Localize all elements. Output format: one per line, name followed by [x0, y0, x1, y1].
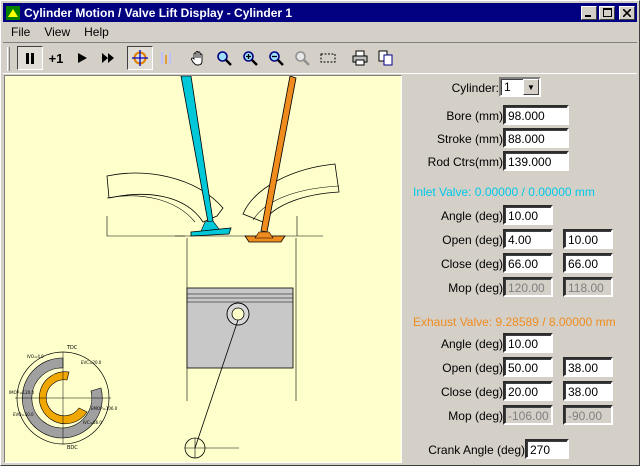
- inlet-open-field-a[interactable]: 4.00: [503, 229, 553, 249]
- valve-timing-wheel: TDC BDC IVO=4.0 EVC=20.0 IMOP=120.0 EMOP…: [9, 345, 118, 451]
- crank-angle-label: Crank Angle (deg): [428, 443, 525, 457]
- svg-text:EMOP=106.0: EMOP=106.0: [91, 406, 118, 411]
- fast-forward-button[interactable]: [95, 46, 121, 70]
- inlet-close-field-a[interactable]: 66.00: [503, 253, 553, 273]
- exhaust-valve-header: Exhaust Valve: 9.28589 / 8.00000 mm: [413, 315, 616, 329]
- inlet-mop-label: Mop (deg): [448, 281, 503, 295]
- exhaust-close-field-b[interactable]: 38.00: [563, 381, 613, 401]
- crosshair-button[interactable]: [127, 46, 153, 70]
- engine-canvas[interactable]: TDC BDC IVO=4.0 EVC=20.0 IMOP=120.0 EMOP…: [4, 75, 402, 463]
- window-title: Cylinder Motion / Valve Lift Display - C…: [24, 5, 293, 20]
- exhaust-angle-field[interactable]: 10.00: [503, 333, 553, 353]
- step-label: +1: [48, 50, 64, 66]
- copy-button[interactable]: [373, 46, 399, 70]
- zoom-in-icon: [243, 51, 258, 66]
- crank-angle-field[interactable]: 270: [525, 439, 569, 459]
- cylinder-select[interactable]: 1 ▼: [499, 77, 541, 97]
- svg-text:IVO=4.0: IVO=4.0: [27, 354, 44, 359]
- rod-centres-field[interactable]: 139.000: [503, 151, 569, 171]
- exhaust-mop-label: Mop (deg): [448, 409, 503, 423]
- piston: [186, 287, 294, 369]
- bdc-label: BDC: [67, 445, 78, 451]
- print-button[interactable]: [347, 46, 373, 70]
- step-button[interactable]: +1: [43, 46, 69, 70]
- copy-icon: [378, 50, 393, 66]
- hand-icon: [191, 51, 203, 66]
- inlet-mop-field-b: 118.00: [563, 277, 613, 297]
- bore-field[interactable]: 98.000: [503, 105, 569, 125]
- stroke-field[interactable]: 88.000: [503, 128, 569, 148]
- exhaust-close-field-a[interactable]: 20.00: [503, 381, 553, 401]
- pause-button[interactable]: [17, 46, 43, 70]
- exhaust-open-field-a[interactable]: 50.00: [503, 357, 553, 377]
- stroke-label: Stroke (mm): [437, 132, 503, 146]
- head-left: [106, 216, 185, 237]
- minimize-icon: [585, 14, 591, 17]
- exhaust-port: [242, 163, 340, 223]
- exhaust-mop-field-a: -106.00: [503, 405, 553, 425]
- menu-help[interactable]: Help: [76, 25, 115, 39]
- zoom-reset-button[interactable]: [289, 46, 315, 70]
- zoom-disabled-icon: [295, 51, 310, 66]
- inlet-angle-label: Angle (deg): [440, 209, 503, 223]
- svg-text:IVC=66.0: IVC=66.0: [83, 420, 102, 425]
- close-button[interactable]: [619, 5, 635, 20]
- tdc-label: TDC: [66, 345, 78, 351]
- inlet-mop-field-a: 120.00: [503, 277, 553, 297]
- cylinder-label: Cylinder:: [451, 81, 499, 95]
- chevron-down-icon[interactable]: ▼: [523, 79, 539, 95]
- toolbar: +1: [3, 42, 637, 74]
- svg-text:EVO=50.0: EVO=50.0: [13, 412, 34, 417]
- pause-icon: [26, 52, 34, 64]
- menu-file[interactable]: File: [3, 25, 36, 39]
- close-icon: [623, 8, 631, 17]
- crosshair-icon: [132, 50, 148, 66]
- pan-button[interactable]: [185, 46, 211, 70]
- app-icon: [6, 5, 20, 20]
- play-icon: [77, 53, 87, 63]
- cylinder-select-value: 1: [504, 80, 511, 94]
- printer-icon: [352, 50, 368, 66]
- inlet-open-field-b[interactable]: 10.00: [563, 229, 613, 249]
- minimize-button[interactable]: [581, 5, 597, 20]
- menu-view[interactable]: View: [36, 25, 76, 39]
- toolbar-grip[interactable]: [7, 47, 10, 71]
- exhaust-open-field-b[interactable]: 38.00: [563, 357, 613, 377]
- zoom-in-button[interactable]: [237, 46, 263, 70]
- svg-text:EVC=20.0: EVC=20.0: [81, 360, 102, 365]
- zoom-out-button[interactable]: [263, 46, 289, 70]
- application-window: Cylinder Motion / Valve Lift Display - C…: [0, 0, 640, 466]
- maximize-icon: [602, 8, 612, 17]
- inlet-open-label: Open (deg): [442, 233, 503, 247]
- exhaust-angle-label: Angle (deg): [440, 337, 503, 351]
- inlet-close-field-b[interactable]: 66.00: [563, 253, 613, 273]
- engine-drawing: TDC BDC IVO=4.0 EVC=20.0 IMOP=120.0 EMOP…: [9, 76, 340, 459]
- marquee-icon: [320, 53, 336, 63]
- inlet-angle-field[interactable]: 10.00: [503, 205, 553, 225]
- crank-axis: [185, 438, 239, 458]
- fast-forward-icon: [101, 53, 114, 63]
- magnifier-icon: [217, 51, 232, 66]
- zoom-button[interactable]: [211, 46, 237, 70]
- maximize-button[interactable]: [599, 5, 615, 20]
- exhaust-mop-field-b: -90.00: [563, 405, 613, 425]
- play-button[interactable]: [69, 46, 95, 70]
- exhaust-close-label: Close (deg): [440, 385, 503, 399]
- inlet-close-label: Close (deg): [440, 257, 503, 271]
- exhaust-valve-stem: [260, 76, 297, 233]
- color-bars-button[interactable]: [153, 46, 179, 70]
- parameter-panel: Cylinder: 1 ▼ Bore (mm) 98.000 Stroke (m…: [403, 75, 637, 463]
- color-bars-icon: [161, 52, 171, 64]
- bore-label: Bore (mm): [446, 109, 503, 123]
- exhaust-open-label: Open (deg): [442, 361, 503, 375]
- inlet-valve-header: Inlet Valve: 0.00000 / 0.00000 mm: [413, 185, 595, 199]
- svg-text:IMOP=120.0: IMOP=120.0: [9, 390, 34, 395]
- menu-bar: File View Help: [3, 23, 115, 41]
- rod-centres-label: Rod Ctrs(mm): [427, 155, 503, 169]
- zoom-out-icon: [269, 51, 284, 66]
- select-region-button[interactable]: [315, 46, 341, 70]
- title-bar: Cylinder Motion / Valve Lift Display - C…: [3, 3, 637, 22]
